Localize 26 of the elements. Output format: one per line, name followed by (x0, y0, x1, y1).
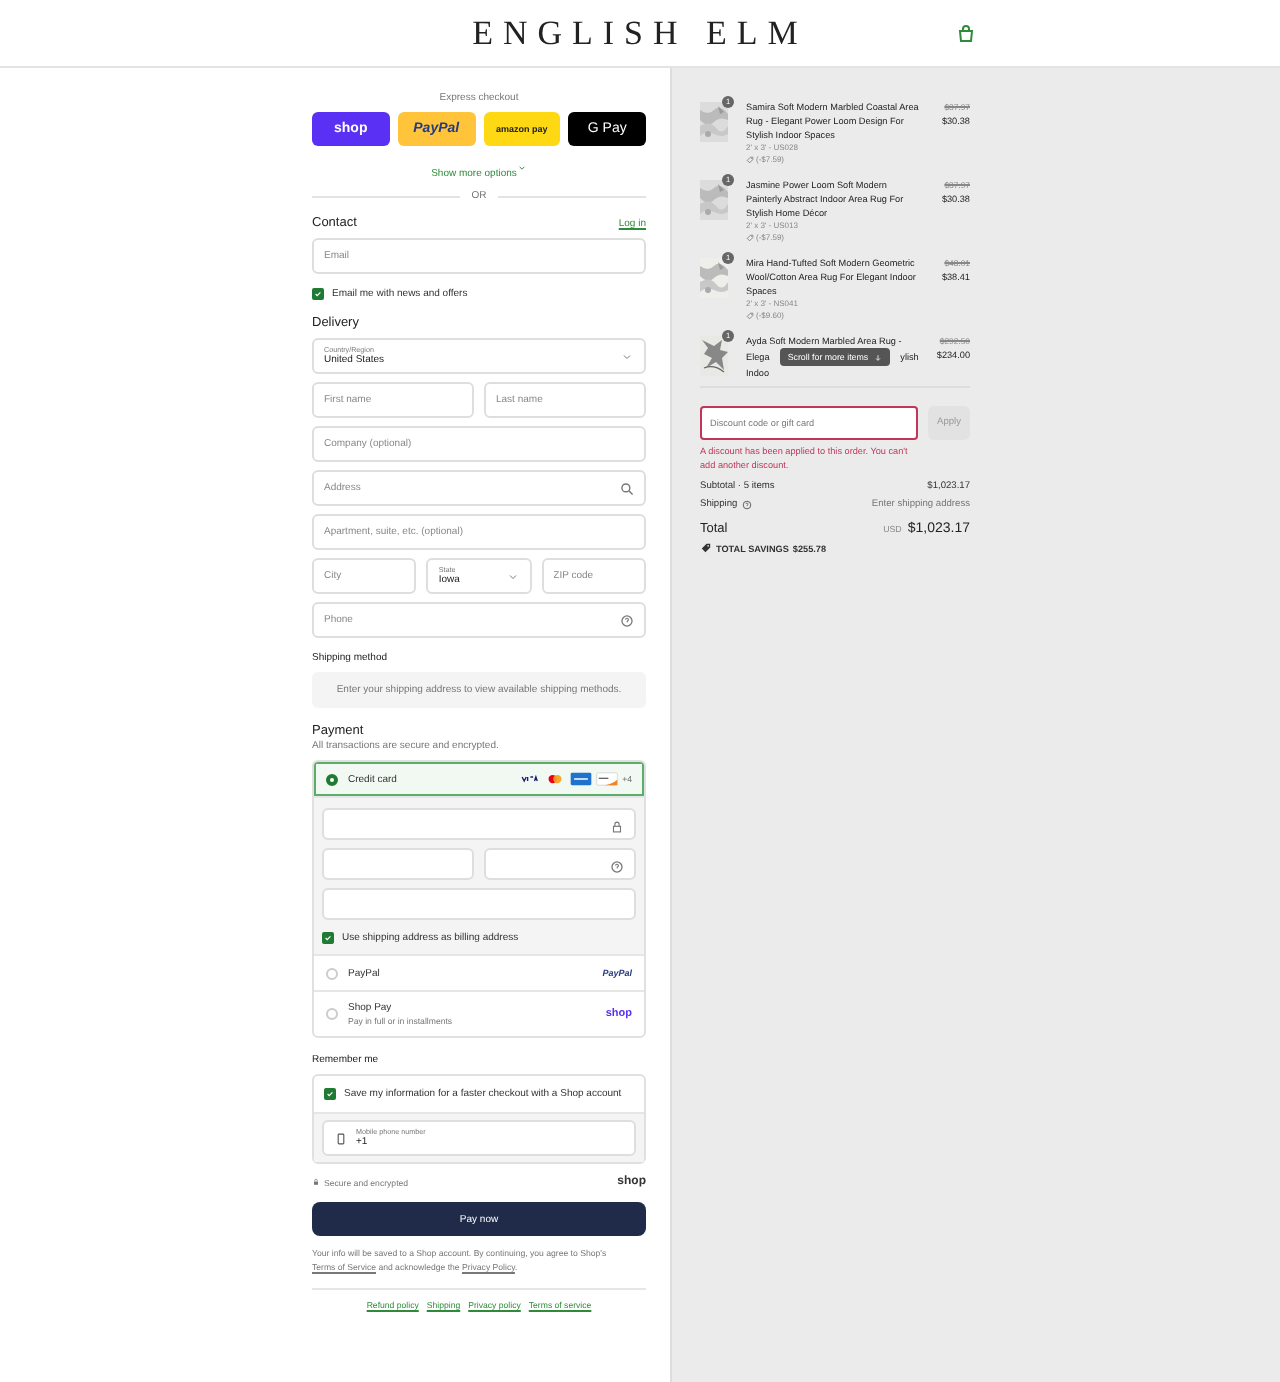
chevron-down-icon (622, 352, 632, 362)
arrow-down-icon (874, 353, 883, 362)
chevron-down-icon (507, 572, 518, 582)
checkbox[interactable] (324, 1088, 336, 1100)
checkbox[interactable] (312, 288, 324, 300)
mastercard-logo-icon (544, 772, 567, 786)
help-icon (610, 859, 624, 873)
security-code-field[interactable] (484, 848, 636, 880)
help-icon (620, 613, 634, 627)
shopping-bag-icon[interactable] (955, 23, 976, 43)
card-number-field[interactable] (322, 808, 636, 840)
checkbox[interactable] (322, 932, 334, 944)
phone-icon (334, 1131, 348, 1145)
help-icon[interactable] (741, 500, 752, 510)
lock-icon (312, 1178, 320, 1186)
tag-icon (746, 234, 754, 242)
expiration-date-field[interactable] (322, 848, 474, 880)
search-icon (620, 481, 634, 495)
store-logo[interactable]: ENGLISH ELM (472, 13, 808, 53)
name-on-card-field[interactable] (322, 888, 636, 920)
tag-icon (746, 156, 754, 164)
chevron-down-icon (518, 163, 527, 172)
tag-icon (700, 542, 712, 554)
lock-icon (610, 819, 624, 833)
tag-icon (746, 312, 754, 320)
amex-logo-icon (570, 772, 593, 786)
